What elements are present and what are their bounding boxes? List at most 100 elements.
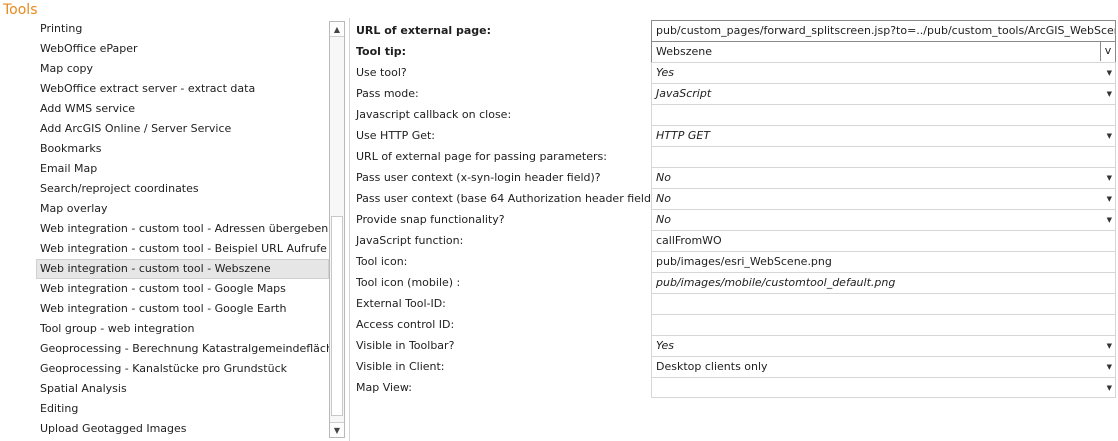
prop-row-snap: Provide snap functionality? No ▼ xyxy=(352,209,1118,230)
pass-mode-select[interactable]: JavaScript ▼ xyxy=(651,83,1116,104)
chevron-down-icon[interactable]: ▼ xyxy=(1107,63,1112,83)
tool-list-item[interactable]: Add ArcGIS Online / Server Service xyxy=(36,119,329,139)
prop-label: Tool icon: xyxy=(356,255,408,268)
js-function-field[interactable]: callFromWO xyxy=(651,230,1116,251)
prop-label: Tool icon (mobile) : xyxy=(356,276,461,289)
prop-row-tool-icon-mobile: Tool icon (mobile) : pub/images/mobile/c… xyxy=(352,272,1118,293)
scroll-down-icon[interactable]: ▼ xyxy=(330,422,344,437)
prop-row-js-function: JavaScript function: callFromWO xyxy=(352,230,1118,251)
url-params-field[interactable] xyxy=(651,146,1116,167)
prop-row-tooltip: Tool tip: Webszene v xyxy=(352,41,1118,62)
chevron-down-icon[interactable]: ▼ xyxy=(1107,378,1112,397)
tool-list-item[interactable]: WebOffice ePaper xyxy=(36,39,329,59)
prop-row-use-tool: Use tool? Yes ▼ xyxy=(352,62,1118,83)
tool-list-item[interactable]: Web integration - custom tool - Beispiel… xyxy=(36,239,329,259)
tool-list-item[interactable]: Map copy xyxy=(36,59,329,79)
prop-row-pass-mode: Pass mode: JavaScript ▼ xyxy=(352,83,1118,104)
tool-list-item[interactable]: Web integration - custom tool - Google M… xyxy=(36,279,329,299)
tool-list-item[interactable]: Bookmarks xyxy=(36,139,329,159)
tool-list: Printing WebOffice ePaper Map copy WebOf… xyxy=(36,19,329,441)
tool-list-item[interactable]: Search/reproject coordinates xyxy=(36,179,329,199)
tooltip-expand-button[interactable]: v xyxy=(1100,42,1115,61)
chevron-down-icon[interactable]: ▼ xyxy=(1107,189,1112,209)
prop-label: Provide snap functionality? xyxy=(356,213,505,226)
tool-list-item[interactable]: Tool group - web integration xyxy=(36,319,329,339)
use-tool-select[interactable]: Yes ▼ xyxy=(651,62,1116,83)
chevron-down-icon[interactable]: ▼ xyxy=(1107,168,1112,188)
tool-list-item-selected[interactable]: Web integration - custom tool - Webszene xyxy=(36,259,329,279)
pass-user-ctx-select[interactable]: No ▼ xyxy=(651,167,1116,188)
prop-label: URL of external page for passing paramet… xyxy=(356,150,607,163)
prop-row-js-callback: Javascript callback on close: xyxy=(352,104,1118,125)
use-http-get-select[interactable]: HTTP GET ▼ xyxy=(651,125,1116,146)
external-tool-id-field[interactable] xyxy=(651,293,1116,314)
tool-list-item[interactable]: Add WMS service xyxy=(36,99,329,119)
properties-grid: URL of external page: pub/custom_pages/f… xyxy=(352,20,1118,398)
prop-row-pass-user-ctx-b64: Pass user context (base 64 Authorization… xyxy=(352,188,1118,209)
prop-row-tool-icon: Tool icon: pub/images/esri_WebScene.png xyxy=(352,251,1118,272)
tool-list-item[interactable]: Web integration - custom tool - Google E… xyxy=(36,299,329,319)
chevron-down-icon[interactable]: ▼ xyxy=(1107,357,1112,377)
prop-label: JavaScript function: xyxy=(356,234,464,247)
tool-list-item[interactable]: Printing xyxy=(36,19,329,39)
prop-row-url-params: URL of external page for passing paramet… xyxy=(352,146,1118,167)
prop-row-pass-user-ctx: Pass user context (x-syn-login header fi… xyxy=(352,167,1118,188)
tool-list-item[interactable]: Spatial Analysis xyxy=(36,379,329,399)
prop-row-use-http-get: Use HTTP Get: HTTP GET ▼ xyxy=(352,125,1118,146)
prop-row-visible-toolbar: Visible in Toolbar? Yes ▼ xyxy=(352,335,1118,356)
prop-label: Visible in Client: xyxy=(356,360,445,373)
select-value: No xyxy=(656,192,671,205)
tool-list-item[interactable]: Editing xyxy=(36,399,329,419)
map-view-select[interactable]: ▼ xyxy=(651,377,1116,398)
access-control-id-field[interactable] xyxy=(651,314,1116,335)
visible-toolbar-select[interactable]: Yes ▼ xyxy=(651,335,1116,356)
tool-list-item[interactable]: Map overlay xyxy=(36,199,329,219)
pass-user-ctx-b64-select[interactable]: No ▼ xyxy=(651,188,1116,209)
chevron-down-icon[interactable]: ▼ xyxy=(1107,210,1112,230)
panel-divider xyxy=(349,18,350,441)
tool-list-scrollbar[interactable]: ▲ ▼ xyxy=(329,21,345,438)
prop-row-visible-client: Visible in Client: Desktop clients only ▼ xyxy=(352,356,1118,377)
tool-list-item[interactable]: Email Map xyxy=(36,159,329,179)
select-value: Yes xyxy=(656,339,675,352)
section-title: Tools xyxy=(3,2,38,18)
tool-icon-field[interactable]: pub/images/esri_WebScene.png xyxy=(651,251,1116,272)
tool-list-item[interactable]: Web integration - custom tool - Adressen… xyxy=(36,219,329,239)
prop-label: URL of external page: xyxy=(356,24,491,37)
select-value: JavaScript xyxy=(656,87,712,100)
snap-select[interactable]: No ▼ xyxy=(651,209,1116,230)
tool-list-item[interactable]: Upload Geotagged Images xyxy=(36,419,329,439)
select-value: HTTP GET xyxy=(656,129,711,142)
select-value: Yes xyxy=(656,66,675,79)
tool-list-item[interactable]: WebOffice extract server - extract data xyxy=(36,79,329,99)
scroll-up-icon[interactable]: ▲ xyxy=(330,22,344,37)
scroll-thumb[interactable] xyxy=(331,216,343,416)
prop-row-map-view: Map View: ▼ xyxy=(352,377,1118,398)
prop-label: Access control ID: xyxy=(356,318,455,331)
select-value: Desktop clients only xyxy=(656,360,768,373)
prop-row-external-tool-id: External Tool-ID: xyxy=(352,293,1118,314)
tooltip-value: Webszene xyxy=(656,45,712,58)
prop-row-url: URL of external page: pub/custom_pages/f… xyxy=(352,20,1118,41)
select-value: No xyxy=(656,213,671,226)
prop-label: Pass user context (x-syn-login header fi… xyxy=(356,171,601,184)
prop-label: Use HTTP Get: xyxy=(356,129,436,142)
tooltip-field[interactable]: Webszene v xyxy=(651,41,1116,62)
prop-row-access-control-id: Access control ID: xyxy=(352,314,1118,335)
prop-label: Javascript callback on close: xyxy=(356,108,512,121)
chevron-down-icon[interactable]: ▼ xyxy=(1107,126,1112,146)
js-callback-field[interactable] xyxy=(651,104,1116,125)
tool-icon-mobile-field[interactable]: pub/images/mobile/customtool_default.png xyxy=(651,272,1116,293)
prop-label: Tool tip: xyxy=(356,45,407,58)
prop-label: Use tool? xyxy=(356,66,407,79)
prop-label: Visible in Toolbar? xyxy=(356,339,455,352)
tool-list-item[interactable]: Geoprocessing - Berechnung Katastralgeme… xyxy=(36,339,329,359)
tool-list-item[interactable]: Geoprocessing - Kanalstücke pro Grundstü… xyxy=(36,359,329,379)
chevron-down-icon[interactable]: ▼ xyxy=(1107,84,1112,104)
url-field[interactable]: pub/custom_pages/forward_splitscreen.jsp… xyxy=(651,20,1116,41)
prop-label: Pass user context (base 64 Authorization… xyxy=(356,192,662,205)
prop-label: External Tool-ID: xyxy=(356,297,446,310)
visible-client-select[interactable]: Desktop clients only ▼ xyxy=(651,356,1116,377)
prop-label: Pass mode: xyxy=(356,87,419,100)
chevron-down-icon[interactable]: ▼ xyxy=(1107,336,1112,356)
